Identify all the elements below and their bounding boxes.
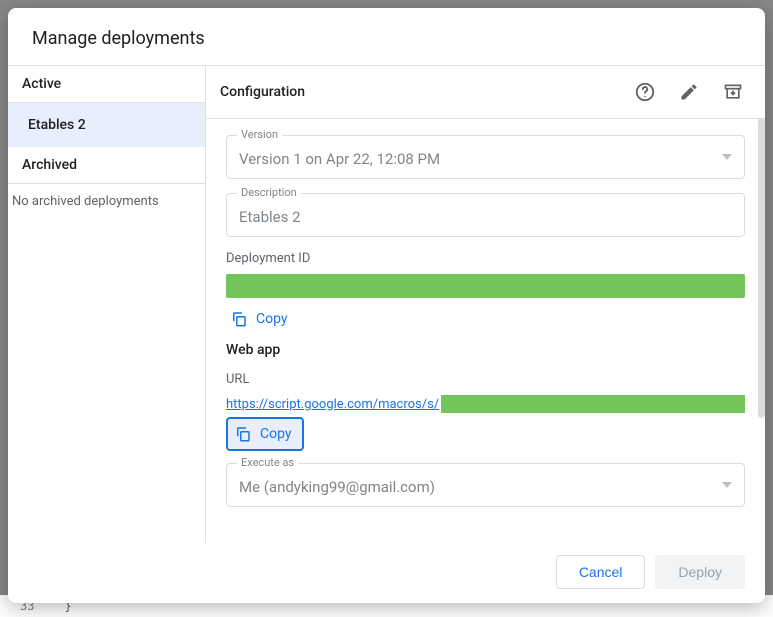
help-icon [634,81,656,103]
edit-button[interactable] [671,74,707,110]
web-app-heading: Web app [226,342,745,358]
url-label: URL [226,372,745,387]
dialog-title: Manage deployments [32,28,741,49]
deployment-id-value-redacted [226,274,745,298]
archive-icon [723,82,743,102]
manage-deployments-dialog: Manage deployments Active Etables 2 Arch… [8,8,765,603]
deployment-id-label: Deployment ID [226,251,745,266]
archive-button[interactable] [715,74,751,110]
version-label: Version [237,128,282,141]
copy-url-button[interactable]: Copy [226,417,304,451]
scrollbar-thumb[interactable] [758,118,765,418]
scrollbar[interactable] [758,118,765,418]
dialog-header: Manage deployments [8,8,765,66]
sidebar-archived-empty: No archived deployments [8,184,205,219]
copy-icon [234,425,252,443]
config-content: Version Version 1 on Apr 22, 12:08 PM De… [206,119,765,543]
sidebar-archived-header: Archived [8,147,205,184]
web-app-url-row: https://script.google.com/macros/s/ [226,395,745,413]
chevron-down-icon [722,154,732,160]
copy-label: Copy [260,426,292,442]
config-header-title: Configuration [220,84,619,100]
description-label: Description [237,186,301,199]
web-app-url-redacted [441,395,745,413]
dialog-footer: Cancel Deploy [8,543,765,603]
execute-as-label: Execute as [237,456,298,469]
dialog-body: Active Etables 2 Archived No archived de… [8,66,765,543]
config-header: Configuration [206,66,765,119]
deploy-button: Deploy [655,555,745,589]
execute-as-value: Me (andyking99@gmail.com) [239,478,732,496]
sidebar-item-etables-2[interactable]: Etables 2 [8,103,205,147]
execute-as-dropdown[interactable]: Execute as Me (andyking99@gmail.com) [226,463,745,507]
configuration-panel: Configuration [206,66,765,543]
copy-icon [230,310,248,328]
description-field[interactable]: Description Etables 2 [226,193,745,237]
copy-label: Copy [256,311,288,327]
copy-deployment-id-button[interactable]: Copy [226,302,298,336]
chevron-down-icon [722,482,732,488]
version-value: Version 1 on Apr 22, 12:08 PM [239,150,732,168]
pencil-icon [679,82,699,102]
help-button[interactable] [627,74,663,110]
description-value: Etables 2 [239,208,732,226]
deployments-sidebar: Active Etables 2 Archived No archived de… [8,66,206,543]
cancel-button[interactable]: Cancel [556,555,646,589]
web-app-url-link[interactable]: https://script.google.com/macros/s/ [226,397,439,412]
sidebar-active-header: Active [8,66,205,103]
version-dropdown[interactable]: Version Version 1 on Apr 22, 12:08 PM [226,135,745,179]
